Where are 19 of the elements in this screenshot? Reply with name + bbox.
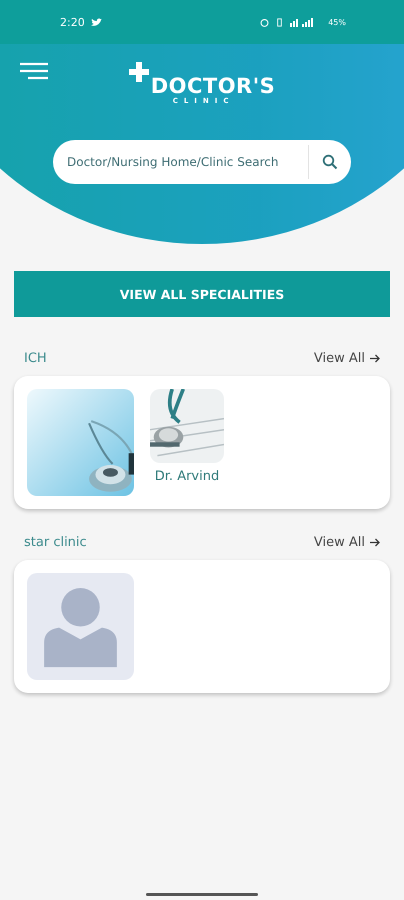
view-all-link[interactable]: View All <box>314 351 380 366</box>
vibrate-icon <box>275 18 284 26</box>
doctor-name[interactable]: Dr. Arvind <box>154 469 220 484</box>
search-field[interactable]: Doctor/Nursing Home/Clinic Search <box>65 154 308 170</box>
status-time: 2:20 <box>60 16 85 28</box>
menu-button[interactable] <box>18 62 50 82</box>
logo-title: DOCTOR'S <box>150 76 276 96</box>
search-icon <box>322 154 338 170</box>
arrow-icon <box>370 354 380 363</box>
search-bar[interactable]: Doctor/Nursing Home/Clinic Search <box>53 140 351 184</box>
arrow-icon <box>370 538 380 547</box>
alarm-icon <box>260 18 270 26</box>
battery-level: 45% <box>328 18 346 26</box>
section-title: ICH <box>24 351 47 366</box>
view-all-link[interactable]: View All <box>314 535 380 550</box>
section-title: star clinic <box>24 535 87 550</box>
bird-icon <box>90 18 102 26</box>
avatar-icon <box>27 573 134 680</box>
cross-icon <box>128 62 149 82</box>
